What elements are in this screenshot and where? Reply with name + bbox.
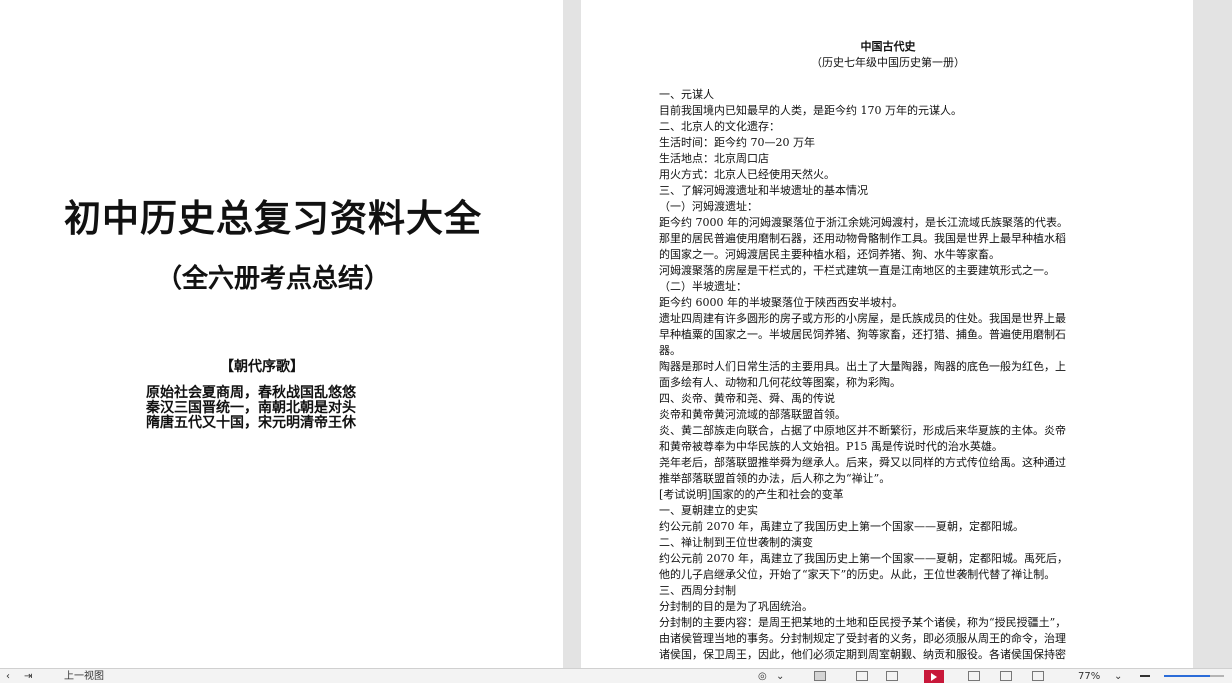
zoom-slider[interactable]	[1164, 675, 1224, 677]
scroll-left-icon[interactable]: ‹	[6, 670, 10, 683]
body-line: 的国家之一。河姆渡居民主要种植水稻，还饲养猪、狗、水牛等家畜。	[659, 248, 1000, 261]
body-line: （一）河姆渡遗址：	[659, 200, 758, 213]
song-line: 隋唐五代又十国，宋元明清帝王休	[146, 415, 356, 431]
body-line: 一、夏朝建立的史实	[659, 504, 758, 517]
fit-page-icon[interactable]	[1000, 671, 1012, 681]
body-line: 生活时间：距今约 70—20 万年	[659, 136, 815, 149]
status-bar: ‹ ⇥ 上一视图 ◎ ⌄ 77% ⌄	[0, 668, 1232, 683]
page-view-icon[interactable]	[814, 671, 826, 681]
body-line: 三、了解河姆渡遗址和半坡遗址的基本情况	[659, 184, 868, 197]
body-line: 器。	[659, 344, 681, 357]
body-line: 二、北京人的文化遗存：	[659, 120, 780, 133]
section-subtitle: （历史七年级中国历史第一册）	[811, 56, 965, 69]
body-line: 面多绘有人、动物和几何花纹等图案，称为彩陶。	[659, 376, 901, 389]
fit-width-icon[interactable]	[1032, 671, 1044, 681]
document-page-right: 中国古代史 （历史七年级中国历史第一册） 一、元谋人目前我国境内已知最早的人类，…	[581, 0, 1193, 668]
body-line: 四、炎帝、黄帝和尧、舜、禹的传说	[659, 392, 835, 405]
body-line: 目前我国境内已知最早的人类，是距今约 170 万年的元谋人。	[659, 104, 962, 117]
dynasty-song: 原始社会夏商周，春秋战国乱悠悠 秦汉三国晋统一，南朝北朝是对头 隋唐五代又十国，…	[146, 386, 406, 431]
body-line: 炎、黄二部族走向联合，占据了中原地区并不断繁衍，形成后来华夏族的主体。炎帝	[659, 424, 1066, 437]
body-line: 二、禅让制到王位世袭制的演变	[659, 536, 813, 549]
document-subtitle: （全六册考点总结）	[155, 264, 390, 294]
page-gap	[563, 0, 581, 668]
zoom-slider-fill	[1164, 675, 1211, 677]
body-line: 生活地点：北京周口店	[659, 152, 769, 165]
body-line: 用火方式：北京人已经使用天然火。	[659, 168, 835, 181]
body-line: 三、西周分封制	[659, 584, 736, 597]
body-line: [考试说明]国家的的产生和社会的变革	[659, 488, 844, 501]
body-line: 炎帝和黄帝黄河流域的部落联盟首领。	[659, 408, 846, 421]
body-line: 陶器是那时人们日常生活的主要用具。出土了大量陶器，陶器的底色一般为红色，上	[659, 360, 1066, 373]
body-line: 距今约 6000 年的半坡聚落位于陕西西安半坡村。	[659, 296, 903, 309]
dynasty-song-heading: 【朝代序歌】	[220, 359, 304, 375]
last-page-icon[interactable]: ⇥	[24, 670, 32, 683]
body-line: 和黄帝被尊奉为中华民族的人文始祖。P15 禹是传说时代的治水英雄。	[659, 440, 1003, 453]
body-line: 他的儿子启继承父位，开始了“家天下”的历史。从此，王位世袭制代替了禅让制。	[659, 568, 1056, 581]
body-line: 遗址四周建有许多圆形的房子或方形的小房屋，是氏族成员的住处。我国是世界上最	[659, 312, 1066, 325]
document-viewport: 初中历史总复习资料大全 （全六册考点总结） 【朝代序歌】 原始社会夏商周，春秋战…	[0, 0, 1232, 668]
outline-view-icon[interactable]	[968, 671, 980, 681]
document-title: 初中历史总复习资料大全	[64, 197, 482, 240]
body-line: 推举部落联盟首领的办法，后人称之为“禅让”。	[659, 472, 891, 485]
body-lines: 一、元谋人目前我国境内已知最早的人类，是距今约 170 万年的元谋人。 二、北京人…	[659, 87, 1117, 663]
body-line: 约公元前 2070 年，禹建立了我国历史上第一个国家——夏朝，定都阳城。禹死后，	[659, 552, 1068, 565]
song-line: 原始社会夏商周，春秋战国乱悠悠	[146, 385, 356, 401]
body-line: 分封制的目的是为了巩固统治。	[659, 600, 813, 613]
body-line: 那里的居民普遍使用磨制石器，还用动物骨骼制作工具。我国是世界上最早种植水稻	[659, 232, 1066, 245]
body-line: 一、元谋人	[659, 88, 714, 101]
page-content: 中国古代史 （历史七年级中国历史第一册） 一、元谋人目前我国境内已知最早的人类，…	[659, 39, 1117, 663]
body-line: 河姆渡聚落的房屋是干栏式的，干栏式建筑一直是江南地区的主要建筑形式之一。	[659, 264, 1055, 277]
play-presentation-icon[interactable]	[924, 670, 944, 683]
section-title: 中国古代史	[860, 40, 916, 53]
chevron-down-icon[interactable]: ⌄	[776, 670, 784, 683]
body-line: 早种植粟的国家之一。半坡居民饲养猪、狗等家畜，还打猎、捕鱼。普遍使用磨制石	[659, 328, 1066, 341]
previous-view-button[interactable]: 上一视图	[64, 670, 104, 683]
body-line: （二）半坡遗址：	[659, 280, 747, 293]
body-line: 诸侯国，保卫周王，因此，他们必须定期到周室朝觐、纳贡和服役。各诸侯国保持密	[659, 648, 1066, 661]
document-page-left: 初中历史总复习资料大全 （全六册考点总结） 【朝代序歌】 原始社会夏商周，春秋战…	[0, 0, 563, 668]
body-line: 约公元前 2070 年，禹建立了我国历史上第一个国家——夏朝，定都阳城。	[659, 520, 1024, 533]
zoom-level[interactable]: 77%	[1078, 670, 1100, 683]
song-line: 秦汉三国晋统一，南朝北朝是对头	[146, 400, 356, 416]
zoom-out-icon[interactable]	[1140, 675, 1150, 677]
body-line: 分封制的主要内容：是周王把某地的土地和臣民授予某个诸侯，称为“授民授疆土”，	[659, 616, 1067, 629]
zoom-dropdown-icon[interactable]: ⌄	[1114, 670, 1122, 683]
body-line: 尧年老后，部落联盟推举舜为继承人。后来，舜又以同样的方式传位给禹。这种通过	[659, 456, 1066, 469]
two-page-view-icon[interactable]	[886, 671, 898, 681]
body-line: 由诸侯管理当地的事务。分封制规定了受封者的义务，即必须服从周王的命令，治理	[659, 632, 1066, 645]
body-line: 距今约 7000 年的河姆渡聚落位于浙江余姚河姆渡村，是长江流域氏族聚落的代表。	[659, 216, 1068, 229]
web-view-icon[interactable]	[856, 671, 868, 681]
read-mode-icon[interactable]: ◎	[758, 670, 767, 683]
